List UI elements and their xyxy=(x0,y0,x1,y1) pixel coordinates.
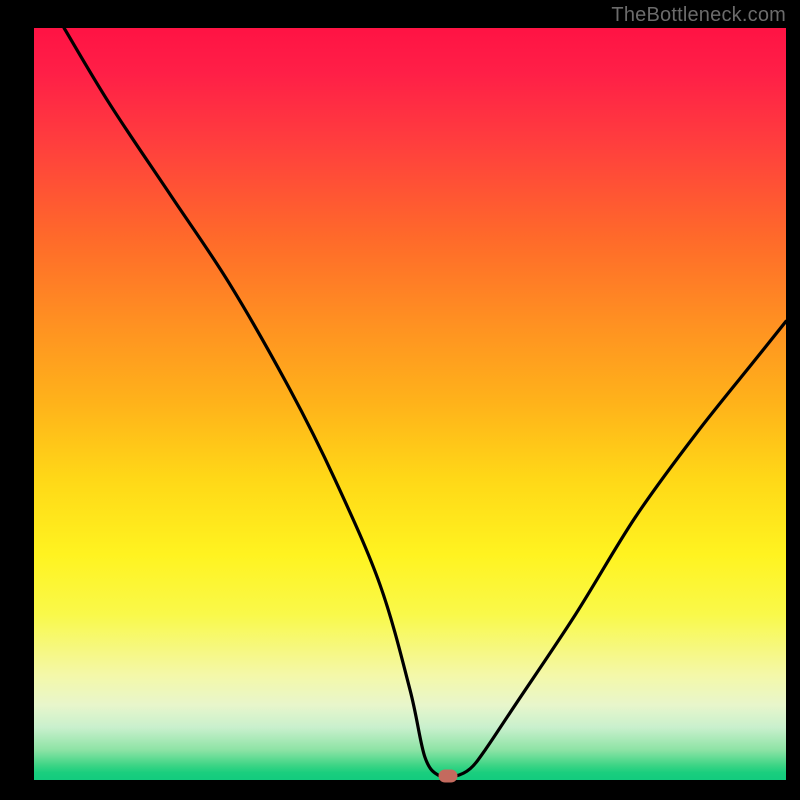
bottleneck-curve xyxy=(34,28,786,780)
optimum-marker xyxy=(438,770,457,783)
source-watermark: TheBottleneck.com xyxy=(611,4,786,27)
chart-stage: TheBottleneck.com xyxy=(0,0,800,800)
plot-area xyxy=(34,28,786,780)
